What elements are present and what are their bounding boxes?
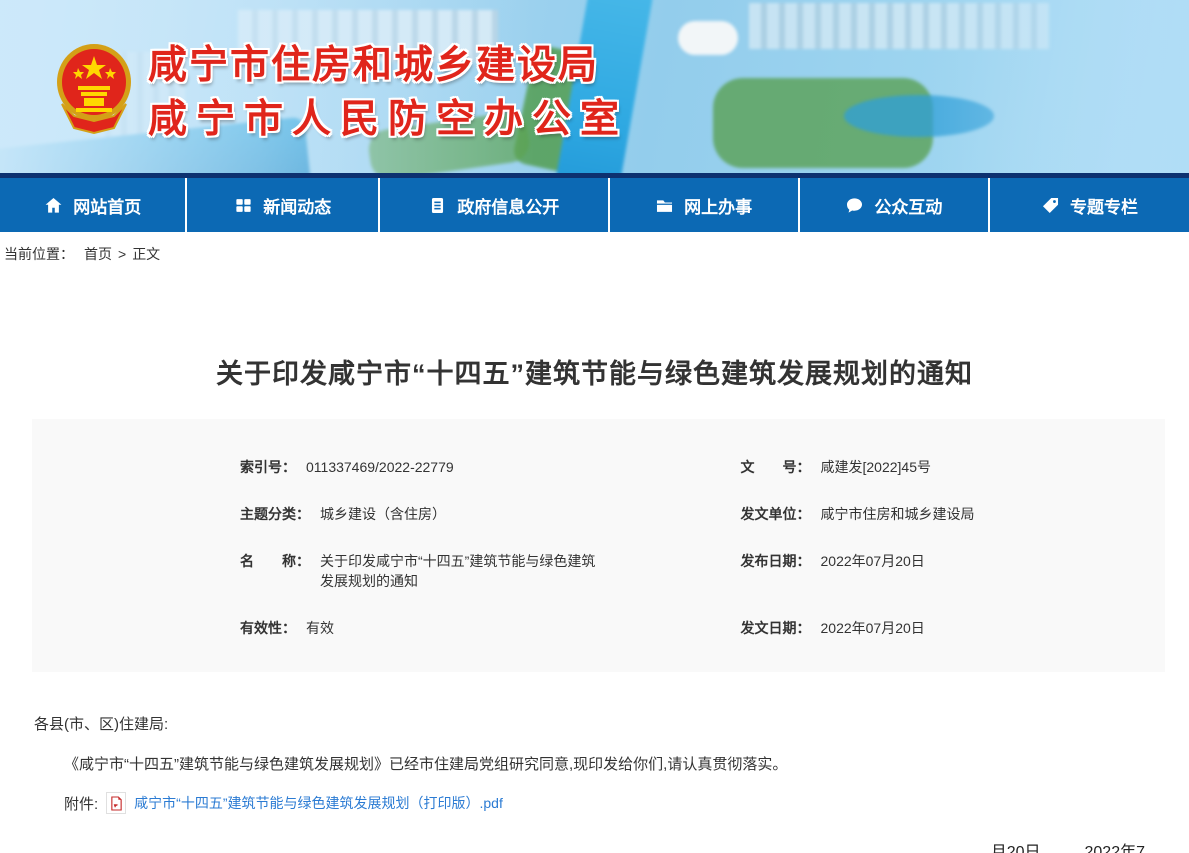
- breadcrumb: 当前位置： 首页 > 正文: [0, 232, 1189, 264]
- date-part-1: 月20日: [991, 838, 1041, 853]
- meta-label: 发文日期：: [741, 618, 811, 638]
- meta-row-doc-number: 文 号： 咸建发[2022]45号: [599, 457, 1166, 477]
- meta-row-name: 名 称： 关于印发咸宁市“十四五”建筑节能与绿色建筑发展规划的通知: [32, 551, 599, 591]
- attachment-row: 附件: 咸宁市“十四五”建筑节能与绿色建筑发展规划（打印版）.pdf: [64, 792, 1155, 814]
- nav-item-online-services[interactable]: 网上办事: [608, 178, 798, 232]
- meta-label: 发文单位：: [741, 504, 811, 524]
- nav-item-label: 网上办事: [684, 193, 752, 218]
- document-date: 月20日 2022年7: [34, 838, 1155, 853]
- meta-row-index-number: 索引号： 011337469/2022-22779: [32, 457, 599, 477]
- nav-item-public-interaction[interactable]: 公众互动: [798, 178, 988, 232]
- breadcrumb-current: 正文: [132, 246, 160, 262]
- meta-label: 名 称：: [240, 551, 310, 571]
- meta-value: 咸宁市住房和城乡建设局: [821, 504, 975, 524]
- meta-label: 发布日期：: [741, 551, 811, 571]
- meta-label: 有效性：: [240, 618, 296, 638]
- nav-item-label: 政府信息公开: [457, 193, 559, 218]
- meta-row-publish-date: 发布日期： 2022年07月20日: [599, 551, 1166, 591]
- meta-row-validity: 有效性： 有效: [32, 618, 599, 638]
- breadcrumb-separator: >: [118, 246, 126, 262]
- grid-icon: [234, 196, 253, 215]
- nav-item-news[interactable]: 新闻动态: [185, 178, 378, 232]
- breadcrumb-prefix: 当前位置：: [4, 246, 74, 262]
- meta-value: 城乡建设（含住房）: [320, 504, 446, 524]
- meta-value: 关于印发咸宁市“十四五”建筑节能与绿色建筑发展规划的通知: [320, 551, 599, 591]
- main-nav: 网站首页 新闻动态 政府信息公开 网上办事 公众互动 专题专栏: [0, 173, 1189, 232]
- document-meta-panel: 索引号： 011337469/2022-22779 文 号： 咸建发[2022]…: [32, 419, 1165, 672]
- document-icon: [428, 196, 447, 215]
- header-banner: 咸宁市住房和城乡建设局 咸宁市人民防空办公室: [0, 0, 1189, 173]
- meta-value: 011337469/2022-22779: [306, 457, 454, 477]
- folder-icon: [655, 196, 674, 215]
- meta-value: 咸建发[2022]45号: [821, 457, 932, 477]
- nav-item-special-topics[interactable]: 专题专栏: [988, 178, 1189, 232]
- org-name-line2: 咸宁市人民防空办公室: [148, 96, 628, 144]
- document-body: 各县(市、区)住建局: 《咸宁市“十四五”建筑节能与绿色建筑发展规划》已经市住建…: [34, 714, 1155, 853]
- meta-label: 主题分类：: [240, 504, 310, 524]
- date-part-2: 2022年7: [1085, 838, 1146, 853]
- meta-row-topic-category: 主题分类： 城乡建设（含住房）: [32, 504, 599, 524]
- page-title: 关于印发咸宁市“十四五”建筑节能与绿色建筑发展规划的通知: [0, 352, 1189, 391]
- breadcrumb-home-link[interactable]: 首页: [84, 246, 112, 262]
- meta-label: 索引号：: [240, 457, 296, 477]
- org-name-line1: 咸宁市住房和城乡建设局: [148, 42, 628, 90]
- nav-item-home[interactable]: 网站首页: [0, 178, 185, 232]
- chat-icon: [845, 196, 864, 215]
- meta-value: 2022年07月20日: [821, 618, 925, 638]
- meta-label: 文 号：: [741, 457, 811, 477]
- salutation: 各县(市、区)住建局:: [34, 714, 1155, 736]
- attachment-label: 附件:: [64, 793, 98, 814]
- tag-icon: [1041, 196, 1060, 215]
- meta-row-issue-date: 发文日期： 2022年07月20日: [599, 618, 1166, 638]
- nav-item-gov-info[interactable]: 政府信息公开: [378, 178, 607, 232]
- nav-item-label: 网站首页: [73, 193, 141, 218]
- national-emblem-icon: [54, 42, 134, 134]
- nav-item-label: 公众互动: [874, 193, 942, 218]
- meta-value: 2022年07月20日: [821, 551, 925, 571]
- nav-item-label: 专题专栏: [1070, 193, 1138, 218]
- meta-row-issuing-unit: 发文单位： 咸宁市住房和城乡建设局: [599, 504, 1166, 524]
- attachment-link[interactable]: 咸宁市“十四五”建筑节能与绿色建筑发展规划（打印版）.pdf: [134, 793, 503, 813]
- pdf-file-icon: [106, 792, 126, 814]
- home-icon: [44, 196, 63, 215]
- nav-item-label: 新闻动态: [263, 193, 331, 218]
- meta-value: 有效: [306, 618, 334, 638]
- body-paragraph: 《咸宁市“十四五”建筑节能与绿色建筑发展规划》已经市住建局党组研究同意,现印发给…: [34, 754, 1155, 776]
